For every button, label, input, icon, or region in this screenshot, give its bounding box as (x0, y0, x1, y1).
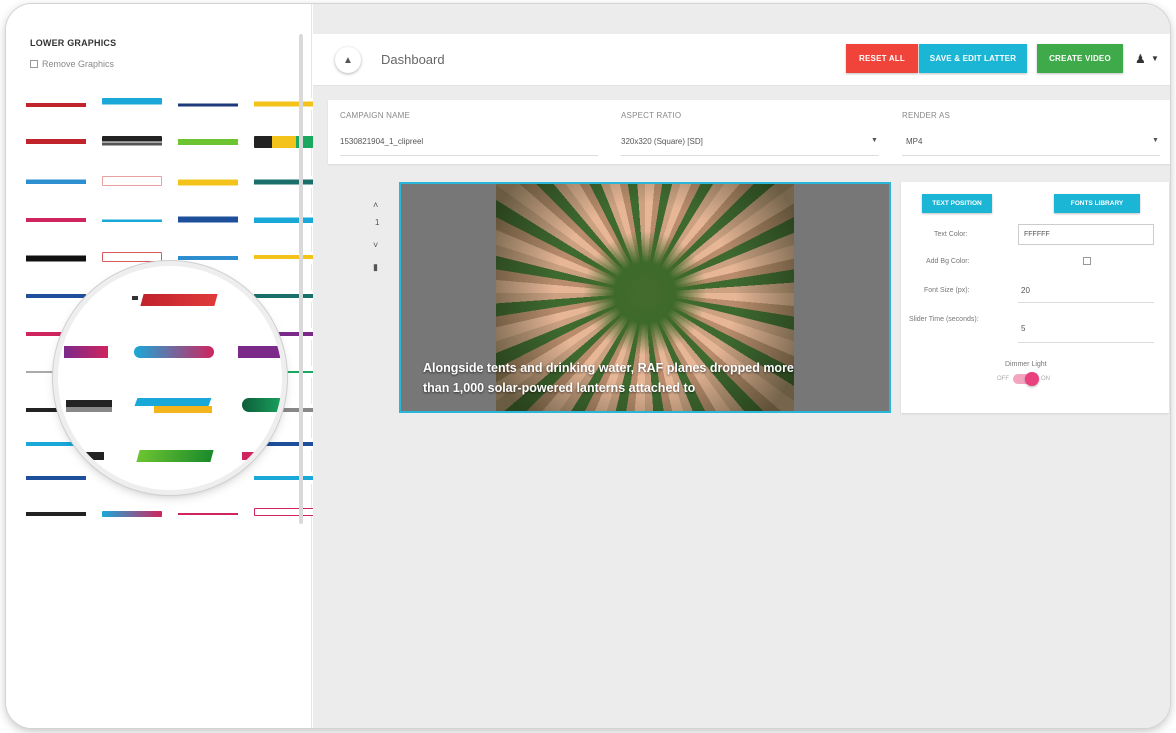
magnifier-overlay (58, 266, 282, 490)
app-window: LOWER GRAPHICS Remove Graphics ▲ Dashboa… (6, 4, 1170, 728)
save-edit-later-button[interactable]: SAVE & EDIT LATTER (919, 44, 1027, 73)
lower-graphics-sidebar: LOWER GRAPHICS Remove Graphics (6, 4, 314, 728)
font-size-label: Font Size (px): (924, 287, 970, 294)
breadcrumb[interactable]: Dashboard (381, 52, 445, 67)
slider-time-input[interactable]: 5 (1021, 324, 1025, 333)
render-as-label: RENDER AS (902, 111, 951, 120)
chevron-down-icon[interactable]: ▼ (871, 137, 878, 144)
aspect-ratio-underline (621, 155, 879, 156)
graphic-thumbnail[interactable] (178, 136, 238, 148)
graphic-thumbnail[interactable] (26, 508, 86, 520)
campaign-settings-panel: CAMPAIGN NAME 1530821904_1_clipreel ASPE… (328, 100, 1170, 164)
trash-icon[interactable]: ▮ (373, 262, 378, 273)
graphic-thumbnail[interactable] (254, 176, 314, 188)
graphic-thumbnail[interactable] (102, 176, 162, 186)
graphic-thumbnail[interactable] (102, 252, 162, 262)
aspect-ratio-select[interactable]: 320x320 (Square) [SD] (621, 137, 703, 146)
graphic-thumbnail[interactable] (178, 214, 238, 226)
remove-graphics-checkbox[interactable] (30, 60, 38, 68)
add-bg-color-label: Add Bg Color: (926, 258, 970, 265)
chevron-up-icon[interactable]: ˄ (373, 200, 378, 210)
graphic-thumbnail[interactable] (102, 98, 162, 110)
slider-time-underline (1018, 342, 1154, 343)
graphic-thumbnail[interactable] (254, 214, 314, 226)
graphic-thumbnail[interactable] (26, 472, 86, 484)
slide-caption[interactable]: Alongside tents and drinking water, RAF … (423, 358, 803, 398)
graphic-thumbnail[interactable] (254, 290, 314, 302)
graphic-thumbnail[interactable] (178, 508, 238, 520)
dimmer-light-toggle[interactable] (1013, 372, 1039, 386)
home-icon: ▲ (343, 54, 353, 66)
graphic-thumbnail[interactable] (102, 511, 162, 517)
campaign-name-underline (340, 155, 598, 156)
remove-graphics-option[interactable]: Remove Graphics (30, 59, 114, 69)
sidebar-scrollbar[interactable] (299, 34, 303, 524)
toggle-off-label: OFF (997, 376, 1009, 382)
campaign-name-label: CAMPAIGN NAME (340, 111, 411, 120)
graphic-thumbnail[interactable] (26, 252, 86, 264)
user-icon[interactable]: ♟ (1135, 52, 1146, 66)
graphic-thumbnail-zoomed[interactable] (140, 294, 218, 306)
remove-graphics-label: Remove Graphics (42, 59, 115, 69)
text-position-button[interactable]: TEXT POSITION (922, 194, 992, 213)
graphic-thumbnail[interactable] (178, 176, 238, 188)
font-size-underline (1018, 302, 1154, 303)
graphic-thumbnail-zoomed[interactable] (76, 452, 104, 460)
graphic-thumbnail[interactable] (26, 176, 86, 188)
main-area: ▲ Dashboard RESET ALL SAVE & EDIT LATTER… (313, 4, 1170, 728)
create-video-button[interactable]: CREATE VIDEO (1037, 44, 1123, 73)
graphic-thumbnail-zoomed[interactable] (66, 400, 112, 412)
graphic-thumbnail-zoomed (132, 296, 138, 300)
reset-all-button[interactable]: RESET ALL (846, 44, 918, 73)
graphic-thumbnail-zoomed[interactable] (64, 346, 108, 358)
graphic-thumbnail[interactable] (26, 98, 86, 110)
graphic-thumbnail[interactable] (254, 136, 314, 148)
fonts-library-button[interactable]: FONTS LIBRARY (1054, 194, 1140, 213)
render-as-select[interactable]: MP4 (906, 137, 922, 146)
graphic-thumbnail-zoomed[interactable] (134, 398, 212, 406)
graphic-thumbnail[interactable] (178, 252, 238, 264)
graphic-thumbnail[interactable] (26, 214, 86, 226)
graphic-thumbnail[interactable] (254, 98, 314, 110)
graphic-thumbnail[interactable] (102, 214, 162, 226)
add-bg-color-checkbox[interactable] (1083, 257, 1091, 265)
graphic-thumbnail-zoomed[interactable] (242, 398, 282, 412)
font-size-input[interactable]: 20 (1021, 286, 1030, 295)
text-color-input[interactable]: FFFFFF (1018, 224, 1154, 245)
graphic-thumbnail-zoomed[interactable] (238, 346, 282, 358)
slide-preview[interactable]: Alongside tents and drinking water, RAF … (399, 182, 891, 413)
top-bar: ▲ Dashboard RESET ALL SAVE & EDIT LATTER… (313, 34, 1170, 86)
graphic-thumbnail[interactable] (254, 472, 314, 484)
graphic-thumbnail-zoomed[interactable] (134, 346, 214, 358)
chevron-down-icon[interactable]: ▼ (1152, 137, 1159, 144)
text-color-label: Text Color: (934, 231, 968, 238)
text-properties-panel: TEXT POSITION FONTS LIBRARY Text Color: … (901, 182, 1169, 413)
graphic-thumbnail[interactable] (102, 136, 162, 148)
campaign-name-input[interactable]: 1530821904_1_clipreel (340, 137, 423, 146)
dimmer-light-toggle-group: OFF ON (997, 372, 1050, 386)
sidebar-title: LOWER GRAPHICS (30, 38, 117, 48)
graphic-thumbnail-zoomed[interactable] (136, 450, 214, 462)
graphic-thumbnail-zoomed[interactable] (154, 406, 212, 413)
graphic-thumbnail[interactable] (254, 508, 314, 516)
graphic-thumbnail[interactable] (254, 252, 314, 264)
toggle-on-label: ON (1041, 376, 1050, 382)
chevron-down-icon[interactable]: ˅ (373, 240, 378, 250)
slide-number: 1 (375, 218, 380, 227)
toggle-knob[interactable] (1025, 372, 1039, 386)
render-as-underline (902, 155, 1160, 156)
chevron-down-icon[interactable]: ▼ (1151, 54, 1159, 63)
graphic-thumbnail[interactable] (26, 290, 86, 302)
graphic-thumbnail-zoomed[interactable] (242, 452, 282, 460)
home-button[interactable]: ▲ (335, 47, 361, 73)
graphic-thumbnail[interactable] (26, 136, 86, 148)
dimmer-light-label: Dimmer Light (1005, 361, 1047, 368)
aspect-ratio-label: ASPECT RATIO (621, 111, 682, 120)
graphic-thumbnail[interactable] (178, 98, 238, 110)
slider-time-label: Slider Time (seconds): (909, 316, 979, 323)
